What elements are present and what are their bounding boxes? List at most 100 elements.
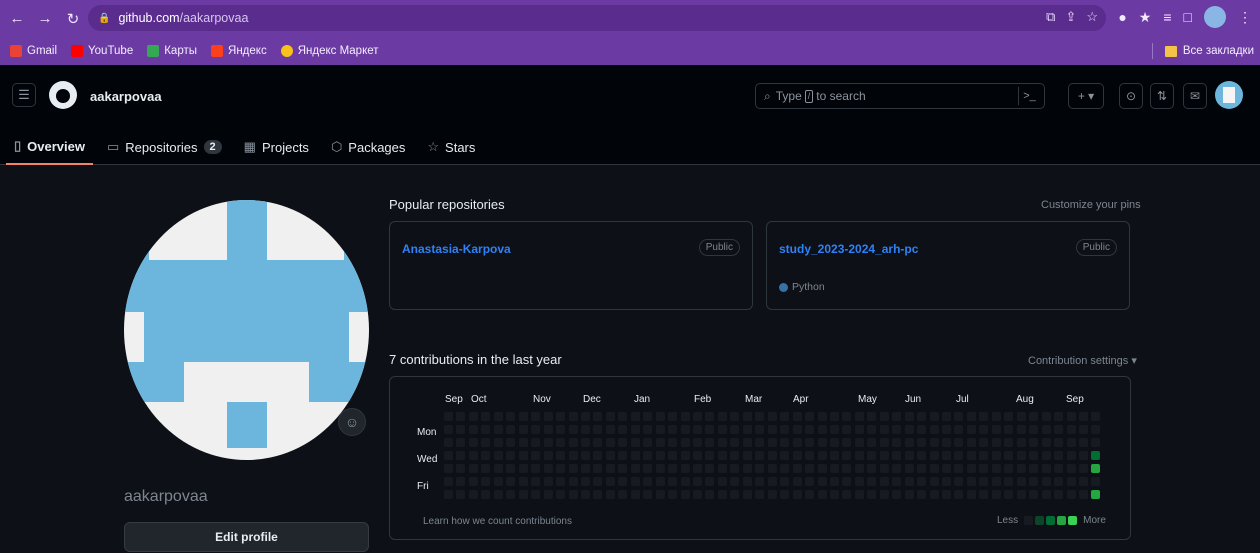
contribution-day-cell[interactable]	[842, 412, 852, 421]
contribution-day-cell[interactable]	[593, 451, 603, 460]
customize-pins-link[interactable]: Customize your pins	[1041, 199, 1141, 211]
contribution-day-cell[interactable]	[892, 490, 902, 499]
contribution-day-cell[interactable]	[605, 412, 615, 421]
contribution-day-cell[interactable]	[456, 438, 466, 447]
contribution-day-cell[interactable]	[966, 425, 976, 434]
contribution-day-cell[interactable]	[730, 412, 740, 421]
create-new-button[interactable]: + ▾	[1068, 83, 1104, 109]
contribution-day-cell[interactable]	[730, 490, 740, 499]
contribution-day-cell[interactable]	[518, 412, 528, 421]
contribution-day-cell[interactable]	[717, 490, 727, 499]
contribution-day-cell[interactable]	[531, 451, 541, 460]
contribution-day-cell[interactable]	[942, 464, 951, 473]
contribution-day-cell[interactable]	[942, 490, 951, 499]
contribution-day-cell[interactable]	[580, 477, 590, 486]
contribution-day-cell[interactable]	[1078, 412, 1088, 421]
contribution-day-cell[interactable]	[817, 490, 827, 499]
contribution-day-cell[interactable]	[991, 490, 1001, 499]
contribution-day-cell[interactable]	[1041, 490, 1051, 499]
contribution-day-cell[interactable]	[879, 425, 889, 434]
contribution-day-cell[interactable]	[531, 490, 541, 499]
contribution-day-cell[interactable]	[904, 490, 914, 499]
contribution-day-cell[interactable]	[543, 425, 553, 434]
contribution-day-cell[interactable]	[1029, 425, 1039, 434]
contribution-day-cell[interactable]	[655, 464, 665, 473]
contribution-day-cell[interactable]	[568, 490, 578, 499]
contribution-day-cell[interactable]	[717, 438, 727, 447]
contribution-day-cell[interactable]	[1066, 490, 1076, 499]
menu-dots-icon[interactable]: ⋮	[1238, 9, 1252, 26]
contribution-day-cell[interactable]	[917, 425, 927, 434]
contribution-day-cell[interactable]	[1004, 490, 1014, 499]
contribution-day-cell[interactable]	[543, 451, 553, 460]
contribution-day-cell[interactable]	[767, 412, 777, 421]
contribution-day-cell[interactable]	[1029, 438, 1039, 447]
contribution-day-cell[interactable]	[693, 425, 702, 434]
contribution-day-cell[interactable]	[655, 438, 665, 447]
contribution-day-cell[interactable]	[767, 490, 777, 499]
contribution-day-cell[interactable]	[879, 464, 889, 473]
repo-link[interactable]: Anastasia-Karpova	[402, 242, 511, 256]
contribution-day-cell[interactable]	[966, 412, 976, 421]
contribution-day-cell[interactable]	[618, 412, 628, 421]
contribution-day-cell[interactable]	[717, 451, 727, 460]
contribution-day-cell[interactable]	[892, 464, 902, 473]
contribution-day-cell[interactable]	[643, 477, 653, 486]
contribution-day-cell[interactable]	[618, 425, 628, 434]
profile-avatar[interactable]	[124, 200, 369, 460]
bookmark-yandex-market[interactable]: Яндекс Маркет	[280, 45, 379, 57]
github-logo-icon[interactable]	[49, 81, 77, 109]
contribution-day-cell[interactable]	[904, 425, 914, 434]
contribution-day-cell[interactable]	[1078, 425, 1088, 434]
contribution-day-cell[interactable]	[593, 477, 603, 486]
contribution-day-cell[interactable]	[630, 425, 640, 434]
contribution-day-cell[interactable]	[444, 438, 453, 447]
contribution-day-cell[interactable]	[693, 477, 702, 486]
contribution-day-cell[interactable]	[867, 477, 877, 486]
contribution-day-cell[interactable]	[1004, 412, 1014, 421]
contribution-day-cell[interactable]	[655, 412, 665, 421]
contribution-day-cell[interactable]	[605, 425, 615, 434]
contribution-day-cell[interactable]	[717, 425, 727, 434]
contribution-day-cell[interactable]	[792, 464, 802, 473]
contribution-day-cell[interactable]	[506, 477, 516, 486]
contribution-day-cell[interactable]	[680, 464, 690, 473]
contribution-day-cell[interactable]	[954, 477, 964, 486]
contribution-day-cell[interactable]	[531, 412, 541, 421]
contribution-day-cell[interactable]	[1016, 477, 1026, 486]
contribution-day-cell[interactable]	[867, 438, 877, 447]
contribution-day-cell[interactable]	[929, 425, 939, 434]
contribution-day-cell[interactable]	[618, 477, 628, 486]
contribution-day-cell[interactable]	[1091, 438, 1101, 447]
contribution-day-cell[interactable]	[904, 451, 914, 460]
contribution-day-cell[interactable]	[493, 490, 503, 499]
contribution-day-cell[interactable]	[1016, 451, 1026, 460]
contribution-day-cell[interactable]	[917, 490, 927, 499]
contribution-day-cell[interactable]	[1004, 464, 1014, 473]
contribution-day-cell[interactable]	[966, 490, 976, 499]
contribution-day-cell[interactable]	[618, 464, 628, 473]
contribution-day-cell[interactable]	[1091, 477, 1101, 486]
contribution-day-cell[interactable]	[605, 438, 615, 447]
contribution-day-cell[interactable]	[954, 412, 964, 421]
contribution-day-cell[interactable]	[518, 477, 528, 486]
contribution-day-cell[interactable]	[979, 464, 989, 473]
contribution-day-cell[interactable]	[1041, 477, 1051, 486]
contribution-day-cell[interactable]	[805, 477, 815, 486]
contribution-day-cell[interactable]	[854, 438, 864, 447]
contribution-day-cell[interactable]	[543, 490, 553, 499]
contribution-day-cell[interactable]	[444, 477, 453, 486]
contribution-day-cell[interactable]	[543, 438, 553, 447]
all-bookmarks[interactable]: Все закладки	[1151, 43, 1254, 59]
contribution-day-cell[interactable]	[481, 412, 491, 421]
contribution-day-cell[interactable]	[605, 464, 615, 473]
contribution-day-cell[interactable]	[456, 490, 466, 499]
contribution-day-cell[interactable]	[556, 438, 566, 447]
contribution-day-cell[interactable]	[717, 464, 727, 473]
contribution-day-cell[interactable]	[1091, 425, 1101, 434]
contribution-day-cell[interactable]	[580, 438, 590, 447]
contribution-day-cell[interactable]	[481, 451, 491, 460]
contribution-day-cell[interactable]	[755, 464, 765, 473]
contribution-day-cell[interactable]	[531, 477, 541, 486]
contribution-day-cell[interactable]	[456, 451, 466, 460]
